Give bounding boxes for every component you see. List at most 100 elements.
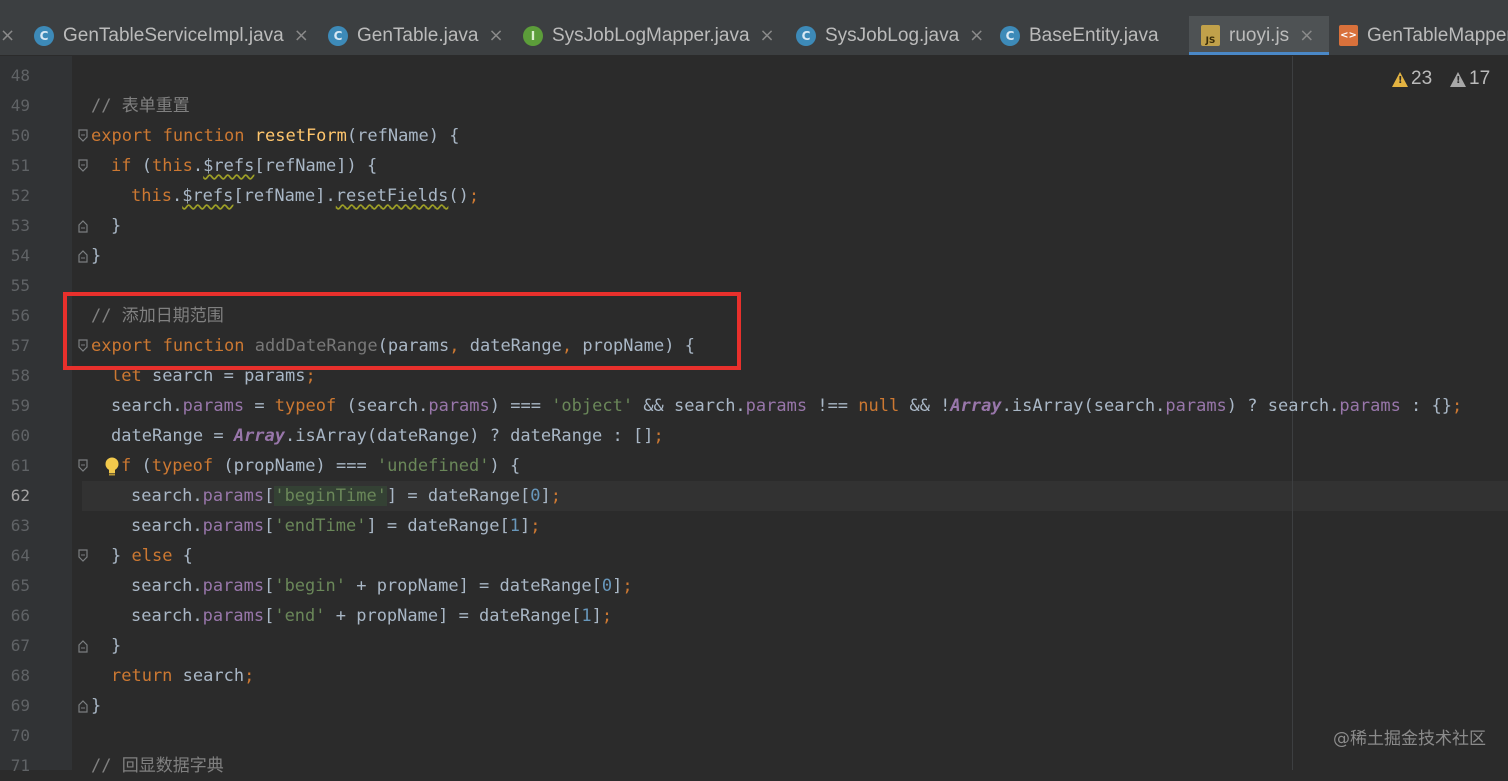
line-number: 56 <box>10 306 30 325</box>
property: params <box>202 606 265 626</box>
close-icon[interactable]: × <box>294 25 309 46</box>
lightbulb-icon[interactable] <box>104 457 120 477</box>
semicolon: ; <box>601 606 613 626</box>
code-line-53[interactable]: } <box>111 211 121 241</box>
weak-warning-icon: ! <box>1450 71 1466 87</box>
code-line-66[interactable]: search.params['end' + propName] = dateRa… <box>131 601 612 631</box>
code-line-50[interactable]: export function resetForm(refName) { <box>91 121 459 151</box>
code-text: dateRange = <box>111 426 234 446</box>
string-literal: 'undefined' <box>376 456 490 476</box>
keyword: this <box>131 186 172 206</box>
watermark: @稀土掘金技术社区 <box>1333 729 1486 749</box>
code-line-61[interactable]: f (typeof (propName) === 'undefined') { <box>121 451 520 481</box>
keyword: typeof <box>274 396 337 416</box>
code-line-60[interactable]: dateRange = Array.isArray(dateRange) ? d… <box>111 421 664 451</box>
tab-sysjoblogmapper[interactable]: I SysJobLogMapper.java × <box>523 16 775 55</box>
property: params <box>182 396 245 416</box>
code-text: () <box>448 186 469 206</box>
weak-warnings-indicator[interactable]: ! 17 <box>1450 68 1490 90</box>
code-text: ] <box>520 516 531 536</box>
code-text: = <box>244 396 275 416</box>
fold-end-icon[interactable] <box>78 249 88 263</box>
warning-icon: ! <box>1392 71 1408 87</box>
code-text: ] <box>591 606 602 626</box>
close-icon[interactable]: × <box>0 16 15 55</box>
code-line-52[interactable]: this.$refs[refName].resetFields(); <box>131 181 479 211</box>
warnings-indicator[interactable]: ! 23 <box>1392 68 1432 90</box>
keyword: else <box>131 546 173 566</box>
tab-baseentity[interactable]: C BaseEntity.java <box>1000 16 1159 55</box>
code-line-67[interactable]: } <box>111 631 121 661</box>
code-text: ( <box>131 456 152 476</box>
code-line-69[interactable]: } <box>91 691 101 721</box>
property: $refs <box>182 186 234 206</box>
keyword: export function <box>91 126 255 146</box>
global-object: Array <box>233 426 286 446</box>
keyword: return <box>111 666 173 686</box>
number-literal: 0 <box>530 486 541 506</box>
number-literal: 1 <box>581 606 592 626</box>
fold-end-icon[interactable] <box>78 699 88 713</box>
tab-label: GenTable.java <box>357 24 479 46</box>
code-line-49[interactable]: // 表单重置 <box>91 91 190 121</box>
fold-end-icon[interactable] <box>78 639 88 653</box>
interface-icon: I <box>523 25 543 46</box>
code-line-64[interactable]: } else { <box>111 541 193 571</box>
line-number: 53 <box>10 216 30 235</box>
string-literal: 'end' <box>274 606 326 626</box>
code-line-54[interactable]: } <box>91 241 101 271</box>
code-line-62[interactable]: search.params['beginTime'] = dateRange[0… <box>131 481 561 511</box>
weak-warnings-count: 17 <box>1469 68 1491 89</box>
string-literal: 'beginTime' <box>274 486 387 506</box>
fold-icon[interactable] <box>78 459 88 473</box>
code-text: [refName]. <box>233 186 336 206</box>
tab-ruoyi-js[interactable]: JS ruoyi.js × <box>1189 16 1329 55</box>
fold-icon[interactable] <box>78 549 88 563</box>
code-text: : {} <box>1400 396 1452 416</box>
code-text: search <box>172 666 245 686</box>
warnings-count: 23 <box>1411 68 1433 89</box>
line-number: 67 <box>10 636 30 655</box>
code-text: [ <box>264 516 275 536</box>
tab-sysjoblog[interactable]: C SysJobLog.java × <box>796 16 984 55</box>
code-line-59[interactable]: search.params = typeof (search.params) =… <box>111 391 1462 421</box>
code-text: } <box>111 546 132 566</box>
property: params <box>428 396 490 416</box>
string-literal: 'endTime' <box>274 516 367 536</box>
line-number: 57 <box>10 336 30 355</box>
close-icon[interactable]: × <box>1299 25 1314 46</box>
code-line-68[interactable]: return search; <box>111 661 254 691</box>
close-icon[interactable]: × <box>488 25 503 46</box>
keyword: null <box>858 396 900 416</box>
code-line-51[interactable]: if (this.$refs[refName]) { <box>111 151 377 181</box>
code-text: ] <box>612 576 623 596</box>
code-text: } <box>111 636 122 656</box>
close-icon[interactable]: × <box>969 25 984 46</box>
code-text: + propName] = dateRange[ <box>345 576 602 596</box>
tab-gentablemapper[interactable]: <> GenTableMapper <box>1339 16 1508 55</box>
keyword: if <box>111 156 132 176</box>
editor-tab-bar: × C GenTableServiceImpl.java × C GenTabl… <box>0 0 1508 55</box>
close-icon[interactable]: × <box>760 25 775 46</box>
property: params <box>1165 396 1227 416</box>
code-text: ] <box>540 486 551 506</box>
tab-label: GenTableServiceImpl.java <box>63 24 284 46</box>
fold-icon[interactable] <box>78 159 88 173</box>
code-line-65[interactable]: search.params['begin' + propName] = date… <box>131 571 633 601</box>
code-text: [refName]) { <box>254 156 378 176</box>
code-editor[interactable]: 48 49 50 51 52 53 54 55 56 57 58 59 60 61 62 63 64 65 66 67… <box>0 56 1508 776</box>
line-number: 59 <box>10 396 30 415</box>
semicolon: ; <box>1452 396 1463 416</box>
line-number: 55 <box>10 276 30 295</box>
fold-icon[interactable] <box>78 129 88 143</box>
tab-gentableserviceimpl[interactable]: C GenTableServiceImpl.java × <box>34 16 309 55</box>
semicolon: ; <box>468 186 480 206</box>
code-line-63[interactable]: search.params['endTime'] = dateRange[1]; <box>131 511 541 541</box>
code-text: . <box>192 156 204 176</box>
code-line-71[interactable]: // 回显数据字典 <box>91 751 224 781</box>
code-text: search. <box>131 576 203 596</box>
line-number: 63 <box>10 516 30 535</box>
fold-end-icon[interactable] <box>78 219 88 233</box>
tab-gentable[interactable]: C GenTable.java × <box>328 16 504 55</box>
code-text: search. <box>131 486 203 506</box>
